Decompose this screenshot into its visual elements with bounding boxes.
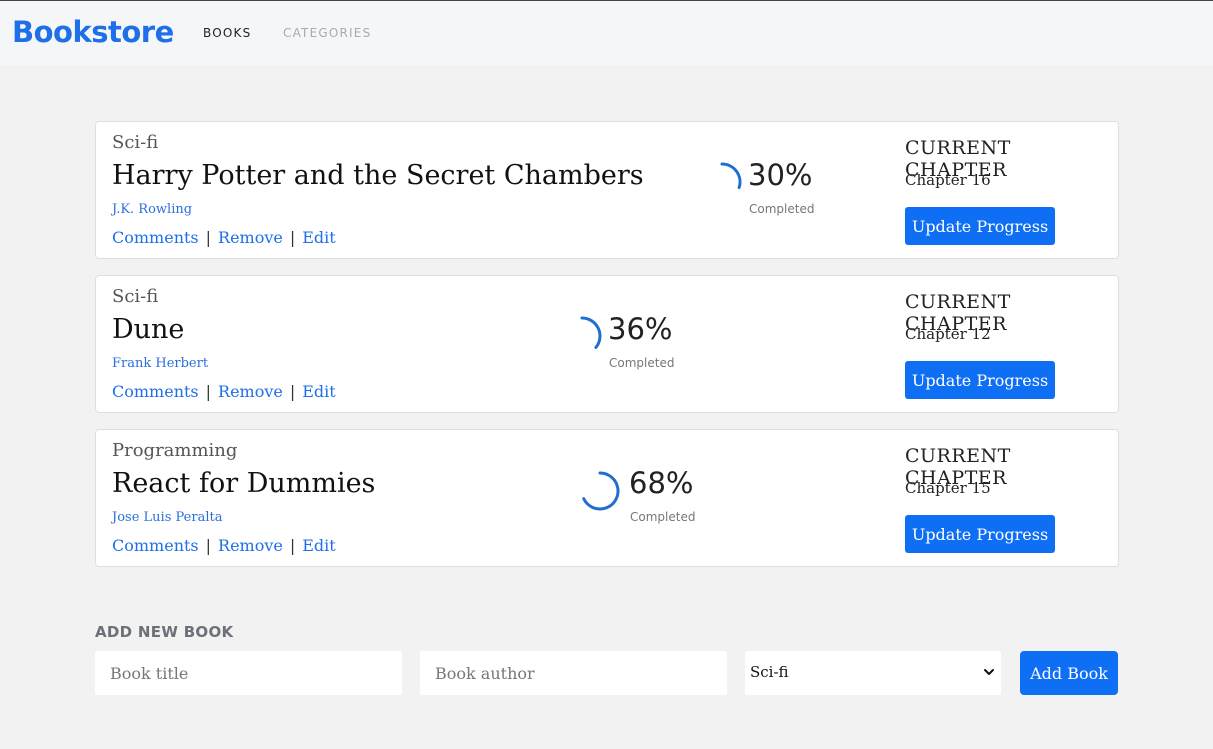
book-title: React for Dummies	[112, 468, 376, 499]
book-category: Sci-fi	[112, 286, 159, 307]
progress-indicator: 68% Completed	[578, 466, 718, 526]
action-separator: |	[289, 536, 296, 555]
remove-link[interactable]: Remove	[218, 228, 283, 247]
progress-percent: 30%	[748, 158, 813, 192]
action-separator: |	[205, 228, 212, 247]
book-title: Harry Potter and the Secret Chambers	[112, 160, 644, 191]
action-separator: |	[205, 536, 212, 555]
book-actions: Comments | Remove | Edit	[112, 382, 336, 401]
book-author-input[interactable]	[420, 651, 727, 695]
book-author: Jose Luis Peralta	[112, 510, 223, 525]
category-select-value: Sci-fi	[750, 663, 789, 681]
progress-ring-icon	[580, 316, 602, 349]
book-author: Frank Herbert	[112, 356, 209, 371]
book-author: J.K. Rowling	[112, 202, 193, 217]
book-card: Sci-fi Harry Potter and the Secret Chamb…	[95, 121, 1119, 259]
add-book-heading: ADD NEW BOOK	[95, 623, 234, 641]
edit-link[interactable]: Edit	[302, 536, 335, 555]
navbar: Bookstore BOOKS CATEGORIES	[0, 1, 1213, 65]
current-chapter-value: Chapter 15	[905, 479, 991, 497]
book-card: Programming React for Dummies Jose Luis …	[95, 429, 1119, 567]
remove-link[interactable]: Remove	[218, 536, 283, 555]
comments-link[interactable]: Comments	[112, 536, 199, 555]
add-book-button[interactable]: Add Book	[1020, 651, 1118, 695]
progress-indicator: 36% Completed	[578, 312, 718, 372]
edit-link[interactable]: Edit	[302, 382, 335, 401]
action-separator: |	[289, 382, 296, 401]
book-title-input[interactable]	[95, 651, 402, 695]
progress-percent: 36%	[608, 312, 673, 346]
category-select[interactable]: Sci-fi	[745, 651, 1001, 695]
nav-books-link[interactable]: BOOKS	[203, 26, 251, 40]
progress-completed-label: Completed	[749, 202, 815, 216]
edit-link[interactable]: Edit	[302, 228, 335, 247]
progress-completed-label: Completed	[630, 510, 696, 524]
progress-completed-label: Completed	[609, 356, 675, 370]
book-actions: Comments | Remove | Edit	[112, 536, 336, 555]
action-separator: |	[205, 382, 212, 401]
book-title: Dune	[112, 314, 185, 345]
comments-link[interactable]: Comments	[112, 382, 199, 401]
update-progress-button[interactable]: Update Progress	[905, 515, 1055, 553]
update-progress-button[interactable]: Update Progress	[905, 207, 1055, 245]
progress-ring-icon	[582, 471, 620, 511]
current-chapter-value: Chapter 12	[905, 325, 991, 343]
chevron-down-icon	[984, 669, 994, 675]
book-category: Sci-fi	[112, 132, 159, 153]
brand-logo[interactable]: Bookstore	[12, 15, 174, 49]
book-category: Programming	[112, 440, 238, 461]
comments-link[interactable]: Comments	[112, 228, 199, 247]
progress-percent: 68%	[629, 466, 694, 500]
book-card: Sci-fi Dune Frank Herbert Comments | Remov…	[95, 275, 1119, 413]
book-actions: Comments | Remove | Edit	[112, 228, 336, 247]
update-progress-button[interactable]: Update Progress	[905, 361, 1055, 399]
nav-categories-link[interactable]: CATEGORIES	[283, 26, 371, 40]
progress-indicator: 30% Completed	[718, 158, 858, 218]
action-separator: |	[289, 228, 296, 247]
progress-ring-icon	[720, 162, 742, 190]
remove-link[interactable]: Remove	[218, 382, 283, 401]
current-chapter-value: Chapter 16	[905, 171, 991, 189]
